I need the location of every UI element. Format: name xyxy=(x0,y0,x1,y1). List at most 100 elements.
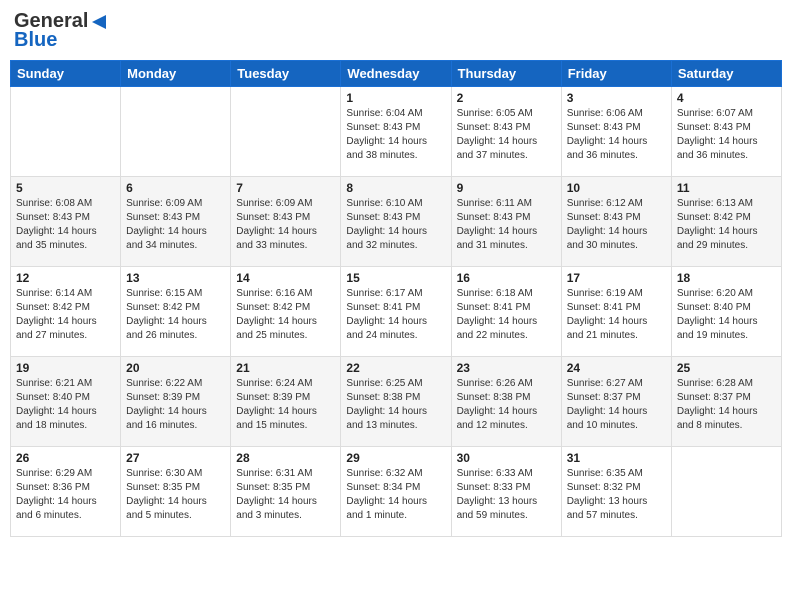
day-info: Sunrise: 6:28 AM Sunset: 8:37 PM Dayligh… xyxy=(677,377,776,433)
day-info: Sunrise: 6:12 AM Sunset: 8:43 PM Dayligh… xyxy=(567,197,666,253)
calendar-week-row: 1 Sunrise: 6:04 AM Sunset: 8:43 PM Daylig… xyxy=(11,87,782,177)
day-number: 17 xyxy=(567,271,666,285)
calendar-cell: 19Sunrise: 6:21 AM Sunset: 8:40 PM Dayli… xyxy=(11,357,121,447)
day-info: Sunrise: 6:14 AM Sunset: 8:42 PM Dayligh… xyxy=(16,287,115,343)
day-info: Sunrise: 6:27 AM Sunset: 8:37 PM Dayligh… xyxy=(567,377,666,433)
calendar-cell: 12 Sunrise: 6:14 AM Sunset: 8:42 PM Dayli… xyxy=(11,267,121,357)
day-number: 6 xyxy=(126,181,225,195)
day-info: Sunrise: 6:05 AM Sunset: 8:43 PM Dayligh… xyxy=(457,107,556,163)
day-number: 12 xyxy=(16,271,115,285)
calendar-cell: 22 Sunrise: 6:25 AM Sunset: 8:38 PM Dayli… xyxy=(341,357,451,447)
calendar-week-row: 19Sunrise: 6:21 AM Sunset: 8:40 PM Dayli… xyxy=(11,357,782,447)
day-info: Sunrise: 6:09 AM Sunset: 8:43 PM Dayligh… xyxy=(126,197,225,253)
day-number: 11 xyxy=(677,181,776,195)
calendar-cell: 7 Sunrise: 6:09 AM Sunset: 8:43 PM Daylig… xyxy=(231,177,341,267)
calendar-cell xyxy=(671,447,781,537)
day-info: Sunrise: 6:13 AM Sunset: 8:42 PM Dayligh… xyxy=(677,197,776,253)
calendar-cell: 27 Sunrise: 6:30 AM Sunset: 8:35 PM Dayli… xyxy=(121,447,231,537)
calendar-cell: 25 Sunrise: 6:28 AM Sunset: 8:37 PM Dayli… xyxy=(671,357,781,447)
calendar-week-row: 12 Sunrise: 6:14 AM Sunset: 8:42 PM Dayli… xyxy=(11,267,782,357)
day-number: 8 xyxy=(346,181,445,195)
day-number: 18 xyxy=(677,271,776,285)
day-number: 14 xyxy=(236,271,335,285)
calendar-cell: 18 Sunrise: 6:20 AM Sunset: 8:40 PM Dayli… xyxy=(671,267,781,357)
calendar-cell: 9 Sunrise: 6:11 AM Sunset: 8:43 PM Daylig… xyxy=(451,177,561,267)
calendar-cell: 8 Sunrise: 6:10 AM Sunset: 8:43 PM Daylig… xyxy=(341,177,451,267)
day-info: Sunrise: 6:24 AM Sunset: 8:39 PM Dayligh… xyxy=(236,377,335,433)
calendar-cell: 14 Sunrise: 6:16 AM Sunset: 8:42 PM Dayli… xyxy=(231,267,341,357)
calendar-week-row: 5Sunrise: 6:08 AM Sunset: 8:43 PM Daylig… xyxy=(11,177,782,267)
weekday-header-friday: Friday xyxy=(561,61,671,87)
weekday-header-monday: Monday xyxy=(121,61,231,87)
calendar-cell: 2 Sunrise: 6:05 AM Sunset: 8:43 PM Daylig… xyxy=(451,87,561,177)
day-number: 1 xyxy=(346,91,445,105)
day-number: 25 xyxy=(677,361,776,375)
calendar-cell: 11 Sunrise: 6:13 AM Sunset: 8:42 PM Dayli… xyxy=(671,177,781,267)
day-info: Sunrise: 6:17 AM Sunset: 8:41 PM Dayligh… xyxy=(346,287,445,343)
day-info: Sunrise: 6:07 AM Sunset: 8:43 PM Dayligh… xyxy=(677,107,776,163)
calendar-cell: 20Sunrise: 6:22 AM Sunset: 8:39 PM Dayli… xyxy=(121,357,231,447)
logo: General Blue xyxy=(14,10,108,52)
day-number: 31 xyxy=(567,451,666,465)
day-number: 26 xyxy=(16,451,115,465)
day-number: 7 xyxy=(236,181,335,195)
calendar-cell xyxy=(121,87,231,177)
day-number: 3 xyxy=(567,91,666,105)
day-number: 9 xyxy=(457,181,556,195)
calendar-cell: 4 Sunrise: 6:07 AM Sunset: 8:43 PM Daylig… xyxy=(671,87,781,177)
logo-icon xyxy=(90,13,108,31)
day-info: Sunrise: 6:06 AM Sunset: 8:43 PM Dayligh… xyxy=(567,107,666,163)
day-info: Sunrise: 6:31 AM Sunset: 8:35 PM Dayligh… xyxy=(236,467,335,523)
calendar-cell: 1 Sunrise: 6:04 AM Sunset: 8:43 PM Daylig… xyxy=(341,87,451,177)
calendar-cell xyxy=(231,87,341,177)
day-number: 27 xyxy=(126,451,225,465)
day-info: Sunrise: 6:18 AM Sunset: 8:41 PM Dayligh… xyxy=(457,287,556,343)
calendar-cell: 17 Sunrise: 6:19 AM Sunset: 8:41 PM Dayli… xyxy=(561,267,671,357)
calendar-cell: 31 Sunrise: 6:35 AM Sunset: 8:32 PM Dayli… xyxy=(561,447,671,537)
day-info: Sunrise: 6:19 AM Sunset: 8:41 PM Dayligh… xyxy=(567,287,666,343)
logo-blue: Blue xyxy=(14,29,57,52)
calendar-cell: 6 Sunrise: 6:09 AM Sunset: 8:43 PM Daylig… xyxy=(121,177,231,267)
day-number: 5 xyxy=(16,181,115,195)
weekday-header-thursday: Thursday xyxy=(451,61,561,87)
day-number: 20 xyxy=(126,361,225,375)
calendar-cell xyxy=(11,87,121,177)
calendar-cell: 16 Sunrise: 6:18 AM Sunset: 8:41 PM Dayli… xyxy=(451,267,561,357)
day-number: 16 xyxy=(457,271,556,285)
day-info: Sunrise: 6:16 AM Sunset: 8:42 PM Dayligh… xyxy=(236,287,335,343)
calendar-cell: 24Sunrise: 6:27 AM Sunset: 8:37 PM Dayli… xyxy=(561,357,671,447)
calendar-cell: 30Sunrise: 6:33 AM Sunset: 8:33 PM Dayli… xyxy=(451,447,561,537)
weekday-header-sunday: Sunday xyxy=(11,61,121,87)
day-info: Sunrise: 6:10 AM Sunset: 8:43 PM Dayligh… xyxy=(346,197,445,253)
calendar-cell: 21 Sunrise: 6:24 AM Sunset: 8:39 PM Dayli… xyxy=(231,357,341,447)
calendar-cell: 10Sunrise: 6:12 AM Sunset: 8:43 PM Dayli… xyxy=(561,177,671,267)
calendar-cell: 28 Sunrise: 6:31 AM Sunset: 8:35 PM Dayli… xyxy=(231,447,341,537)
day-number: 23 xyxy=(457,361,556,375)
calendar-cell: 29Sunrise: 6:32 AM Sunset: 8:34 PM Dayli… xyxy=(341,447,451,537)
day-info: Sunrise: 6:04 AM Sunset: 8:43 PM Dayligh… xyxy=(346,107,445,163)
day-number: 4 xyxy=(677,91,776,105)
day-info: Sunrise: 6:26 AM Sunset: 8:38 PM Dayligh… xyxy=(457,377,556,433)
day-info: Sunrise: 6:35 AM Sunset: 8:32 PM Dayligh… xyxy=(567,467,666,523)
calendar-table: SundayMondayTuesdayWednesdayThursdayFrid… xyxy=(10,60,782,537)
day-info: Sunrise: 6:15 AM Sunset: 8:42 PM Dayligh… xyxy=(126,287,225,343)
day-info: Sunrise: 6:11 AM Sunset: 8:43 PM Dayligh… xyxy=(457,197,556,253)
day-number: 29 xyxy=(346,451,445,465)
day-number: 21 xyxy=(236,361,335,375)
weekday-header-tuesday: Tuesday xyxy=(231,61,341,87)
weekday-header-wednesday: Wednesday xyxy=(341,61,451,87)
calendar-week-row: 26Sunrise: 6:29 AM Sunset: 8:36 PM Dayli… xyxy=(11,447,782,537)
day-info: Sunrise: 6:09 AM Sunset: 8:43 PM Dayligh… xyxy=(236,197,335,253)
calendar-cell: 13 Sunrise: 6:15 AM Sunset: 8:42 PM Dayli… xyxy=(121,267,231,357)
day-number: 13 xyxy=(126,271,225,285)
calendar-header-row: SundayMondayTuesdayWednesdayThursdayFrid… xyxy=(11,61,782,87)
day-info: Sunrise: 6:30 AM Sunset: 8:35 PM Dayligh… xyxy=(126,467,225,523)
page-header: General Blue xyxy=(10,10,782,52)
weekday-header-saturday: Saturday xyxy=(671,61,781,87)
day-number: 28 xyxy=(236,451,335,465)
day-number: 22 xyxy=(346,361,445,375)
day-info: Sunrise: 6:20 AM Sunset: 8:40 PM Dayligh… xyxy=(677,287,776,343)
calendar-cell: 5Sunrise: 6:08 AM Sunset: 8:43 PM Daylig… xyxy=(11,177,121,267)
day-number: 2 xyxy=(457,91,556,105)
day-info: Sunrise: 6:25 AM Sunset: 8:38 PM Dayligh… xyxy=(346,377,445,433)
